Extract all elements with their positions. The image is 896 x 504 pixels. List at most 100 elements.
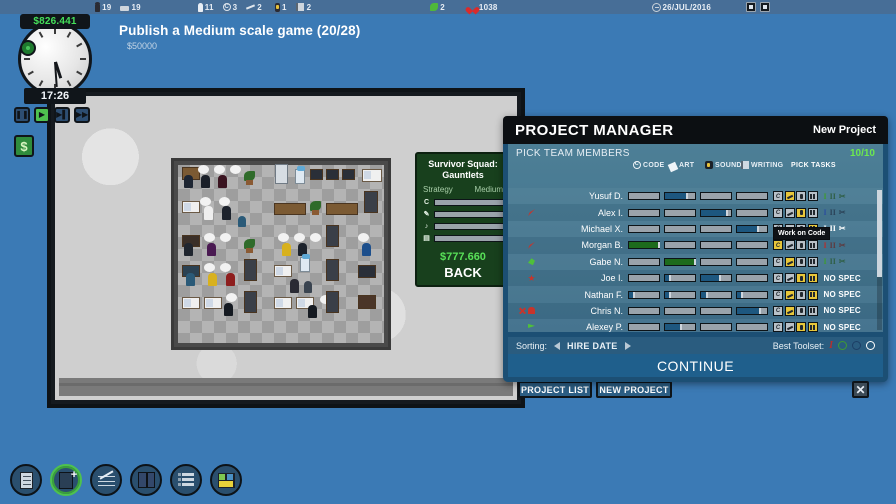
member-name: Joe I. bbox=[600, 273, 623, 284]
spec-level-1-icon: I bbox=[823, 208, 827, 218]
close-icon[interactable]: ✕ bbox=[852, 381, 869, 398]
member-task-toggles[interactable]: C bbox=[773, 207, 818, 218]
table-row[interactable]: Yusuf D. C I II ✂ bbox=[508, 188, 883, 205]
clock-face bbox=[18, 22, 92, 96]
fast-button[interactable]: ▶▌ bbox=[54, 107, 70, 123]
task-sound-icon[interactable] bbox=[796, 289, 806, 300]
task-writing-icon[interactable] bbox=[807, 240, 818, 251]
office-building bbox=[171, 158, 391, 350]
task-code-icon[interactable]: C bbox=[773, 207, 783, 218]
save-icon[interactable] bbox=[746, 2, 756, 12]
member-task-toggles[interactable]: C bbox=[773, 273, 818, 284]
money-display: $826.441 bbox=[20, 14, 90, 29]
skill-bar-art bbox=[664, 208, 696, 217]
task-art-icon[interactable] bbox=[784, 240, 795, 251]
member-specialization: III✂ bbox=[824, 241, 874, 250]
member-task-toggles[interactable]: C bbox=[773, 191, 818, 202]
task-writing-icon[interactable] bbox=[807, 322, 818, 332]
task-code-icon[interactable]: C bbox=[773, 256, 783, 267]
toolset-green-icon[interactable] bbox=[838, 341, 847, 350]
toolset-white-icon[interactable] bbox=[866, 341, 875, 350]
table-row[interactable]: Alexey P. C NO SPEC bbox=[508, 319, 883, 332]
task-code-icon[interactable]: C bbox=[773, 273, 783, 284]
member-name: Alex I. bbox=[597, 207, 623, 218]
squad-back-button[interactable]: BACK bbox=[417, 264, 509, 284]
task-code-icon[interactable]: C bbox=[773, 322, 783, 332]
member-markers bbox=[508, 209, 538, 217]
fastest-button[interactable]: ▶▶ bbox=[74, 107, 90, 123]
task-art-icon[interactable] bbox=[784, 289, 795, 300]
task-code-icon[interactable]: C bbox=[773, 289, 783, 300]
task-sound-icon[interactable] bbox=[796, 322, 806, 332]
member-task-toggles[interactable]: C bbox=[773, 289, 818, 300]
member-list-scrollbar[interactable] bbox=[877, 190, 882, 330]
task-code-icon[interactable]: C bbox=[773, 305, 783, 316]
new-project-button[interactable]: NEW PROJECT bbox=[596, 381, 672, 398]
task-sound-icon[interactable] bbox=[796, 256, 806, 267]
art-brush-icon bbox=[667, 161, 679, 172]
member-task-toggles[interactable]: C bbox=[773, 256, 818, 267]
sort-next-arrow-icon[interactable] bbox=[624, 341, 631, 350]
scrollbar-thumb[interactable] bbox=[877, 190, 882, 277]
sort-prev-arrow-icon[interactable] bbox=[554, 341, 561, 350]
table-row[interactable]: Nathan F. C NO SPEC bbox=[508, 286, 883, 303]
stats-button[interactable] bbox=[90, 464, 122, 496]
task-art-icon[interactable] bbox=[784, 273, 795, 284]
new-item-button[interactable] bbox=[50, 464, 82, 496]
writing-icon: ▤ bbox=[423, 235, 430, 242]
task-sound-icon[interactable] bbox=[796, 240, 806, 251]
member-specialization: III✂ bbox=[824, 208, 874, 217]
skill-bar-art bbox=[664, 306, 696, 315]
task-sound-icon[interactable] bbox=[796, 191, 806, 202]
bed-icon bbox=[120, 3, 130, 12]
table-row[interactable]: Alex I. C I II ✂ bbox=[508, 204, 883, 221]
pause-button[interactable]: ❚❚ bbox=[14, 107, 30, 123]
task-writing-icon[interactable] bbox=[807, 256, 818, 267]
finance-button[interactable]: $ bbox=[14, 135, 34, 157]
task-art-icon[interactable] bbox=[784, 305, 795, 316]
member-task-toggles[interactable]: C bbox=[773, 305, 818, 316]
member-task-toggles[interactable]: C bbox=[773, 240, 818, 251]
task-art-icon[interactable] bbox=[784, 256, 795, 267]
task-writing-icon[interactable] bbox=[807, 273, 818, 284]
task-sound-icon[interactable] bbox=[796, 305, 806, 316]
table-row[interactable]: Gabe N. C I II ✂ bbox=[508, 253, 883, 270]
spec-level-1-icon: I bbox=[823, 240, 827, 250]
task-writing-icon[interactable] bbox=[807, 289, 818, 300]
document-icon bbox=[19, 471, 33, 489]
table-row[interactable]: Joe I. C NO SPEC bbox=[508, 269, 883, 287]
stat-value: 1038 bbox=[478, 2, 498, 12]
member-task-toggles[interactable]: C bbox=[773, 322, 818, 332]
toolset-i-icon[interactable]: I bbox=[829, 340, 833, 351]
task-sound-icon[interactable] bbox=[796, 273, 806, 284]
project-list-button[interactable]: PROJECT LIST bbox=[518, 381, 592, 398]
continue-button[interactable]: CONTINUE bbox=[508, 354, 883, 377]
skill-bar-art bbox=[664, 224, 696, 233]
play-button[interactable]: ▶ bbox=[34, 107, 50, 123]
task-art-icon[interactable] bbox=[784, 191, 795, 202]
task-code-icon[interactable]: C bbox=[773, 240, 783, 251]
reports-button[interactable] bbox=[10, 464, 42, 496]
sorting-control[interactable]: Sorting: HIRE DATE bbox=[516, 341, 631, 351]
task-writing-icon[interactable] bbox=[807, 191, 818, 202]
task-art-icon[interactable] bbox=[784, 322, 795, 332]
skill-bar-art bbox=[664, 192, 696, 201]
member-skill-bars bbox=[628, 224, 768, 233]
task-writing-icon[interactable] bbox=[807, 305, 818, 316]
spec-level-2-icon: II bbox=[829, 208, 836, 218]
task-code-icon[interactable]: C bbox=[773, 191, 783, 202]
task-art-icon[interactable] bbox=[784, 207, 795, 218]
research-button[interactable] bbox=[130, 464, 162, 496]
team-member-list[interactable]: Yusuf D.CIII✂Alex I.CIII✂Michael X.CIII✂… bbox=[508, 188, 883, 332]
staff-button[interactable] bbox=[170, 464, 202, 496]
task-sound-icon[interactable] bbox=[796, 207, 806, 218]
table-row[interactable]: Chris N. C NO SPEC bbox=[508, 302, 883, 320]
member-specialization: NO SPEC bbox=[824, 274, 874, 283]
page-title: PROJECT MANAGER bbox=[515, 121, 674, 139]
build-button[interactable] bbox=[210, 464, 242, 496]
toolset-blue-icon[interactable] bbox=[852, 341, 861, 350]
speed-controls: ❚❚ ▶ ▶▌ ▶▶ bbox=[14, 107, 90, 123]
book-icon[interactable] bbox=[760, 2, 770, 12]
task-writing-icon[interactable] bbox=[807, 207, 818, 218]
fastest-glyph: ▶▶ bbox=[75, 110, 89, 119]
